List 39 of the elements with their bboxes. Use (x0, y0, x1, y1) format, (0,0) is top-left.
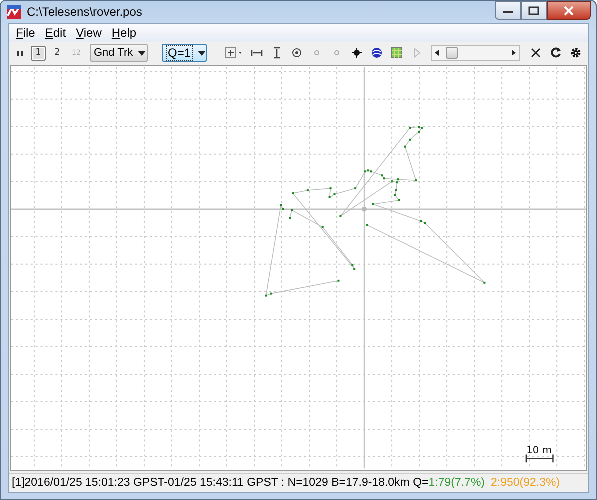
pause-icon[interactable] (15, 48, 25, 58)
dot-icon[interactable] (351, 47, 363, 59)
app-icon (6, 4, 22, 20)
globe-icon[interactable] (371, 47, 383, 59)
caret-icon (138, 50, 146, 56)
origin-marker (362, 206, 368, 212)
settings-icon[interactable] (570, 47, 582, 59)
refresh-icon[interactable] (550, 47, 562, 59)
fit-horizontal-icon[interactable] (251, 47, 263, 59)
maximize-button[interactable] (521, 1, 547, 20)
scale-label: 10 m (526, 446, 552, 457)
plot-type-dropdown[interactable]: Gnd Trk (90, 44, 148, 62)
minimize-button[interactable] (495, 1, 521, 20)
right-arrow-icon[interactable] (512, 50, 516, 56)
quality-dropdown[interactable]: Q=1 (162, 44, 207, 62)
plot-number-button[interactable]: 2 (50, 46, 65, 60)
target-icon[interactable] (291, 47, 303, 59)
close-icon (563, 6, 575, 16)
status-text: [1]2016/01/25 15:01:23 GPST-01/25 15:43:11 GPST : N=1029 B=17.9-18.0km Q= (12, 477, 429, 489)
crosshair-icon[interactable] (225, 47, 243, 59)
plot-number-button[interactable]: 1 (31, 46, 46, 60)
fit-vertical-icon[interactable] (271, 47, 283, 59)
menu-item[interactable]: View (71, 26, 107, 40)
maximize-icon (528, 6, 540, 16)
quality-count: 2:950(92.3%) (491, 477, 560, 489)
caret-icon (198, 50, 206, 56)
menu-item[interactable]: Edit (40, 26, 72, 40)
close-button[interactable] (547, 1, 591, 20)
close-icon[interactable] (530, 47, 542, 59)
window-title: C:\Telesens\rover.pos (27, 5, 142, 19)
map-icon[interactable] (391, 47, 403, 59)
menu-item[interactable]: Help (106, 26, 142, 40)
scale-bar (526, 454, 554, 464)
plot-area[interactable]: 10 m (10, 65, 587, 471)
time-slider[interactable] (431, 45, 520, 61)
slider-thumb[interactable] (446, 47, 458, 59)
left-arrow-icon[interactable] (435, 50, 439, 56)
menu-item[interactable]: File (11, 26, 40, 40)
quality-count: 1:79(7.7%) (428, 477, 486, 489)
